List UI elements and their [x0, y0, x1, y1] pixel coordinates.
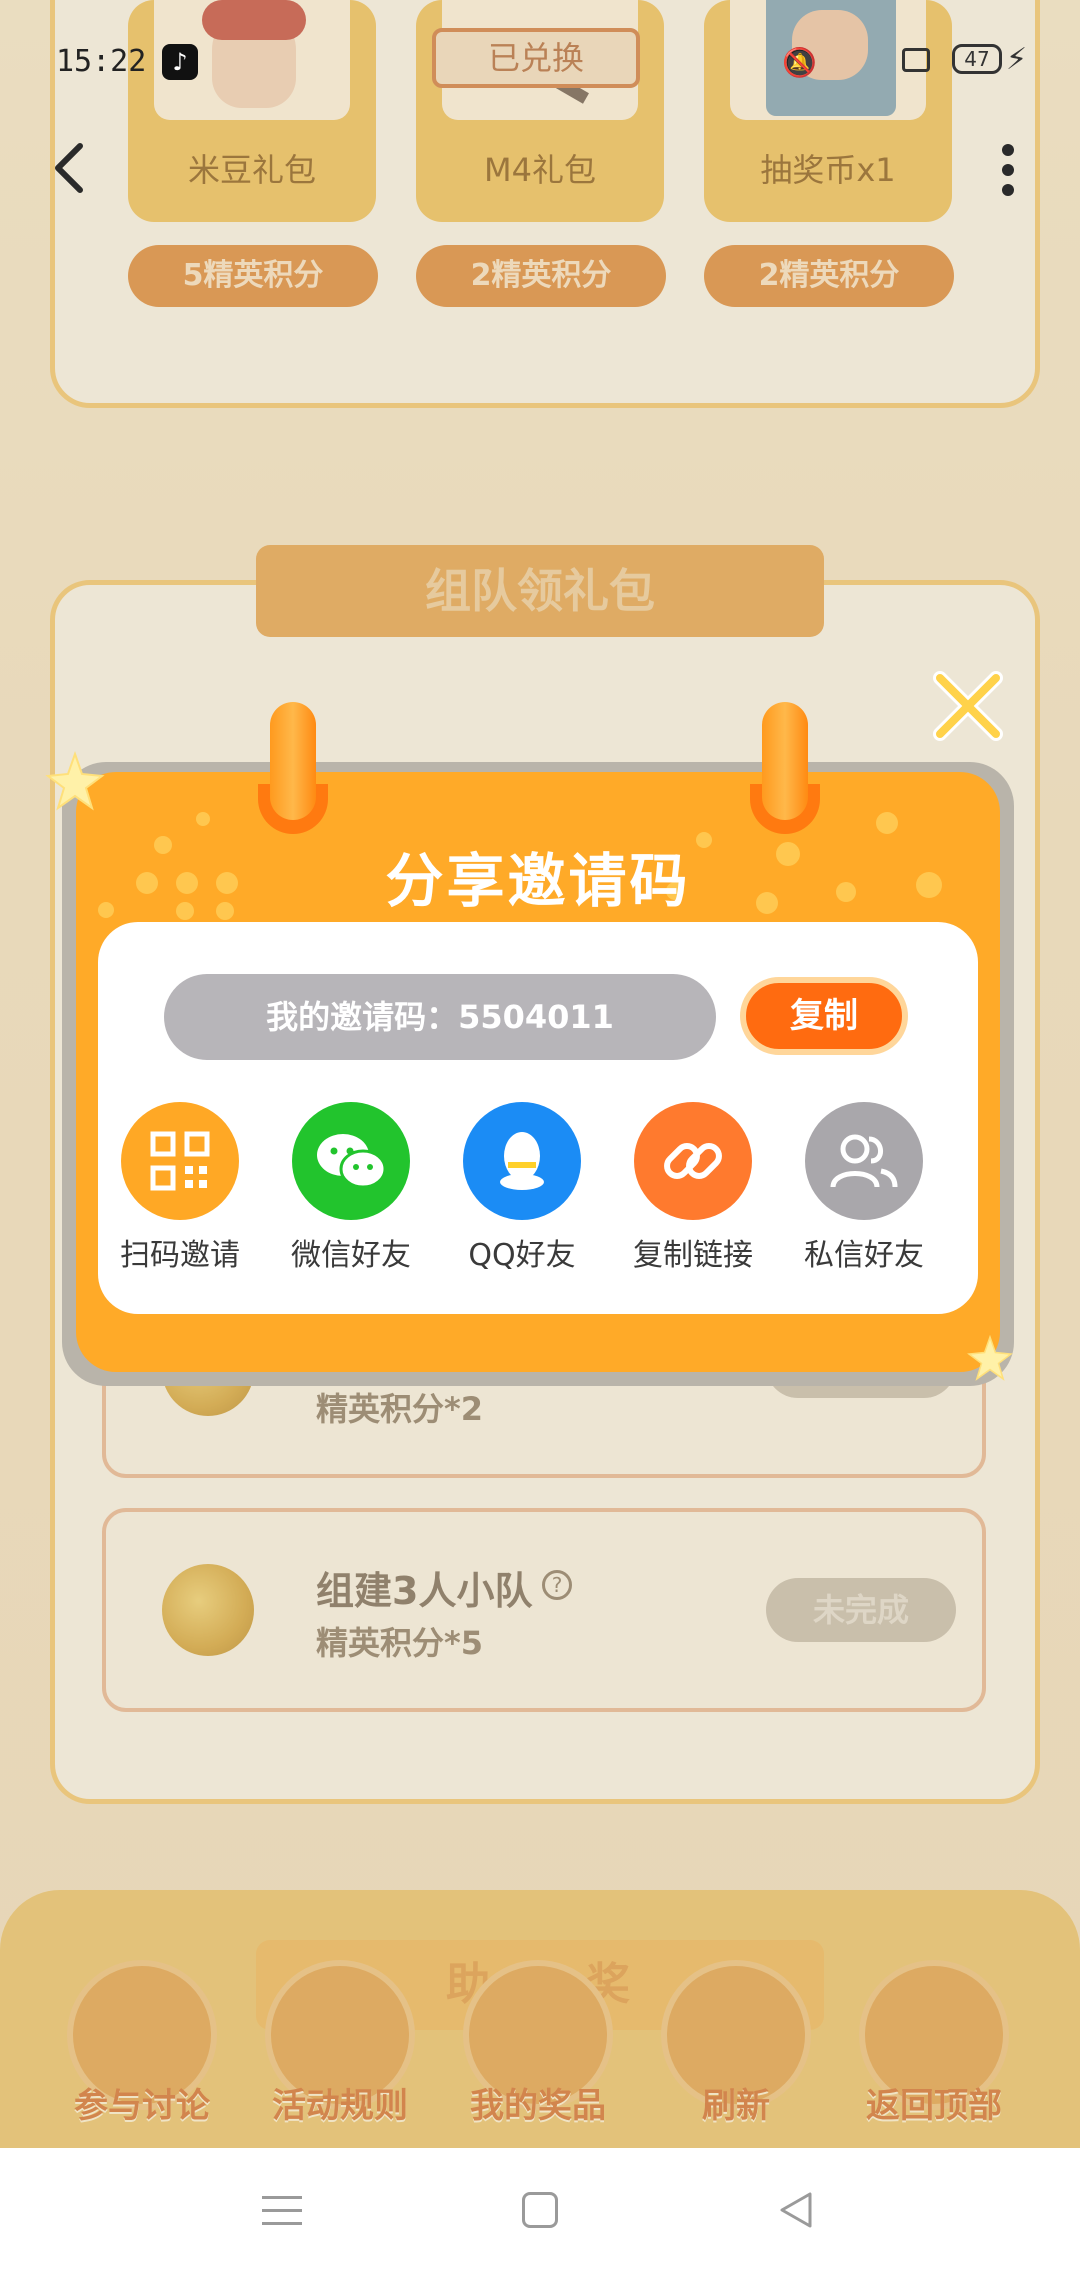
link-icon	[634, 1102, 752, 1220]
share-qr-invite[interactable]: 扫码邀请	[100, 1102, 260, 1274]
home-icon[interactable]	[522, 2192, 558, 2228]
sparkle-star-icon	[45, 750, 105, 811]
wechat-icon	[292, 1102, 410, 1220]
modal-hanger-left-tab	[270, 702, 316, 820]
status-time: 15:22	[56, 44, 147, 79]
battery-icon: 47	[952, 44, 1002, 74]
menu-icon[interactable]	[262, 2190, 302, 2230]
modal-title: 分享邀请码	[385, 847, 691, 915]
share-label: 扫码邀请	[120, 1238, 240, 1273]
share-qq[interactable]: QQ好友	[442, 1102, 602, 1274]
sparkle-star-icon	[967, 1334, 1013, 1381]
status-bar: 15:22 ♪ 🔕 47 ⚡	[0, 40, 1080, 90]
back-button[interactable]	[48, 138, 92, 198]
share-invite-modal: 分享邀请码 我的邀请码：5504011 复制 扫码邀请 微信好友 QQ好友 复制…	[62, 762, 1014, 1386]
mute-icon: 🔕	[782, 46, 817, 79]
share-wechat[interactable]: 微信好友	[271, 1102, 431, 1274]
qq-icon	[463, 1102, 581, 1220]
share-label: QQ好友	[468, 1238, 576, 1273]
sim-icon	[902, 48, 930, 72]
users-icon	[805, 1102, 923, 1220]
more-button[interactable]	[996, 140, 1020, 200]
modal-hanger-right-tab	[762, 702, 808, 820]
share-private-message[interactable]: 私信好友	[784, 1102, 944, 1274]
copy-code-button[interactable]: 复制	[740, 977, 908, 1055]
qr-code-icon	[121, 1102, 239, 1220]
back-nav-icon[interactable]	[776, 2190, 816, 2234]
invite-code-display: 我的邀请码：5504011	[164, 974, 716, 1060]
share-label: 私信好友	[804, 1238, 924, 1273]
close-icon[interactable]	[928, 666, 1008, 746]
share-label: 复制链接	[633, 1238, 753, 1273]
modal-content-card: 我的邀请码：5504011 复制 扫码邀请 微信好友 QQ好友 复制链接 私信好…	[98, 922, 978, 1314]
share-copy-link[interactable]: 复制链接	[613, 1102, 773, 1274]
charging-icon: ⚡	[1006, 42, 1028, 77]
share-label: 微信好友	[291, 1238, 411, 1273]
system-nav-bar	[0, 2148, 1080, 2280]
tiktok-icon: ♪	[162, 44, 198, 80]
